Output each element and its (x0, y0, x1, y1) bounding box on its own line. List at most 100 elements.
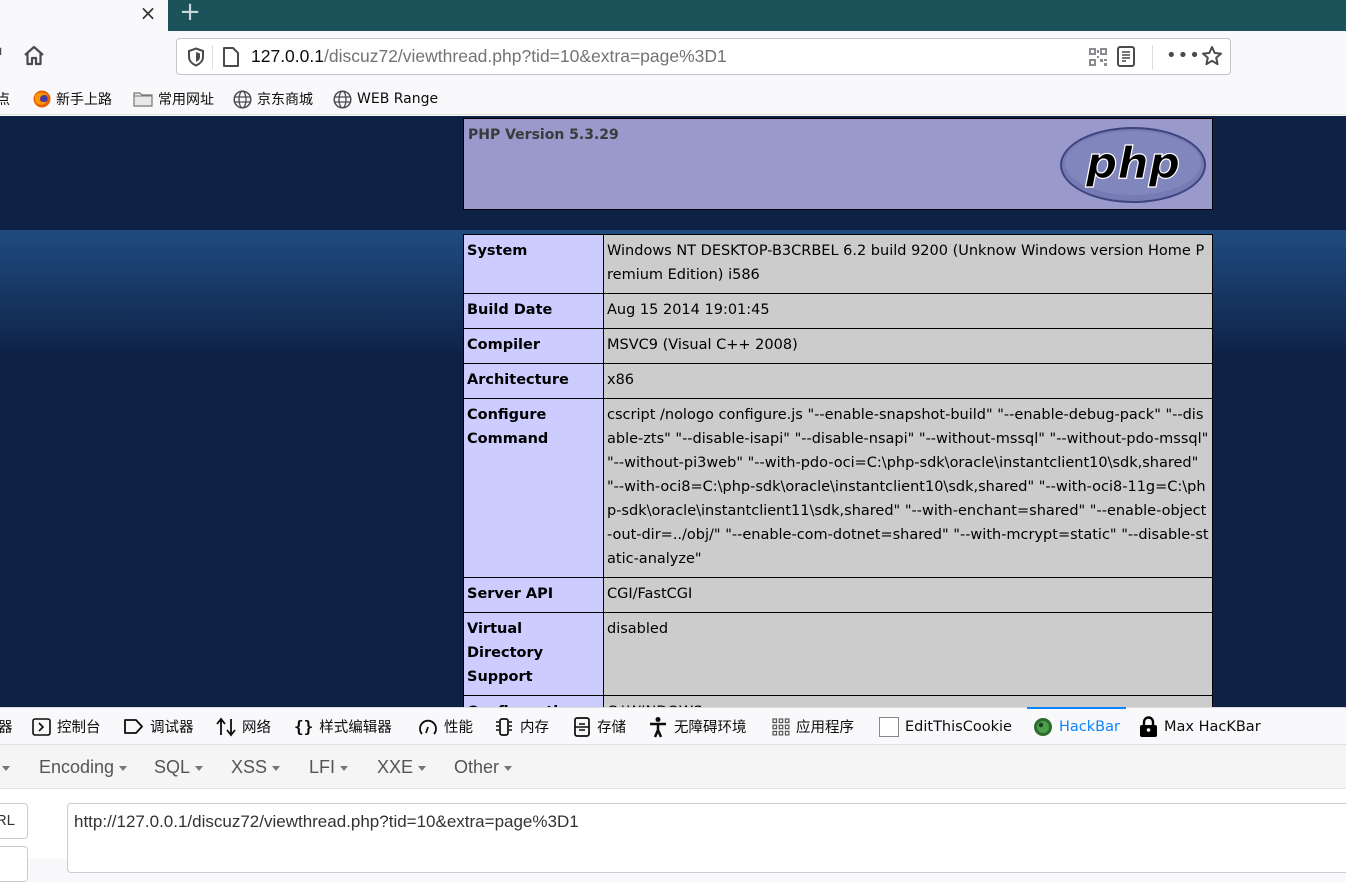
devtools-tab-accessibility[interactable]: 无障碍环境 (648, 708, 747, 745)
hackbar-url-input[interactable] (67, 803, 1346, 873)
devtools-tab-console[interactable]: 控制台 (32, 708, 101, 745)
url-text[interactable]: 127.0.0.1/discuz72/viewthread.php?tid=10… (251, 46, 727, 67)
php-version-header: PHP Version 5.3.29 php (463, 118, 1213, 210)
php-info-table: System Windows NT DESKTOP-B3CRBEL 6.2 bui… (463, 234, 1213, 707)
caret-down-icon (418, 765, 427, 771)
menu-label: Encoding (39, 757, 115, 777)
hackbar-menu-lfi[interactable]: LFI (309, 757, 349, 778)
php-info-value: Aug 15 2014 19:01:45 (603, 293, 1213, 329)
devtools-tab-label: 存储 (597, 720, 626, 736)
php-info-value: Windows NT DESKTOP-B3CRBEL 6.2 build 920… (603, 234, 1213, 294)
editthiscookie-icon (879, 716, 899, 737)
accessibility-person-icon (650, 716, 666, 737)
bookmark-label: WEB Range (357, 91, 439, 107)
bookmark-item[interactable]: 京东商城 (233, 88, 313, 110)
globe-icon (233, 89, 252, 109)
php-info-key: Server API (463, 577, 604, 613)
devtools-tab-label: 控制台 (57, 720, 101, 736)
tracking-protection-shield-icon[interactable] (187, 47, 205, 67)
bookmark-item[interactable]: 常用网址 (133, 88, 214, 110)
devtools-tab-storage[interactable]: 存储 (573, 708, 626, 745)
devtools-tab-label: 样式编辑器 (319, 720, 392, 736)
menu-label: LFI (309, 757, 336, 777)
page-actions-more-icon[interactable]: ••• (1166, 45, 1201, 66)
devtools-tab-label: HackBar (1059, 718, 1120, 735)
page-info-icon[interactable] (222, 46, 240, 68)
hackbar-menu-sql[interactable]: SQL (154, 757, 204, 778)
bookmark-star-icon[interactable] (1201, 45, 1223, 67)
php-info-value: MSVC9 (Visual C++ 2008) (603, 328, 1213, 364)
home-icon[interactable] (22, 44, 46, 68)
devtools-tab-max-hackbar[interactable]: Max HacKBar (1139, 708, 1261, 745)
caret-down-icon (340, 765, 349, 771)
devtools-tab-label: 网络 (242, 720, 271, 736)
address-bar[interactable]: 127.0.0.1/discuz72/viewthread.php?tid=10… (176, 38, 1231, 75)
close-tab-icon[interactable]: × (137, 2, 159, 24)
devtools-tab-network[interactable]: 网络 (216, 708, 271, 745)
qr-code-icon[interactable] (1089, 48, 1107, 66)
devtools-tab-inspector[interactable]: 器 (0, 708, 13, 745)
load-url-button[interactable]: RL (0, 803, 28, 839)
php-info-row: Virtual Directory Support disabled (463, 612, 1213, 696)
debugger-icon (124, 719, 143, 734)
bookmark-label: 京东商城 (257, 92, 313, 108)
hackbar-menu-xxe[interactable]: XXE (377, 757, 427, 778)
hackbar-menu-xss[interactable]: XSS (231, 757, 281, 778)
new-tab-button[interactable]: + (176, 0, 204, 28)
bookmark-item[interactable]: 点 (0, 88, 10, 110)
php-info-value: CGI/FastCGI (603, 577, 1213, 613)
php-info-row: Architecture x86 (463, 363, 1213, 399)
hackbar-menu: Encoding SQL XSS LFI XXE Other (0, 745, 1346, 789)
bookmark-label: 新手上路 (56, 92, 112, 108)
devtools-tab-style-editor[interactable]: {} 样式编辑器 (294, 708, 392, 745)
firefox-icon (33, 90, 51, 108)
devtools-tab-label: Max HacKBar (1164, 718, 1261, 735)
php-info-row: System Windows NT DESKTOP-B3CRBEL 6.2 bui… (463, 234, 1213, 294)
devtools-tab-label: 器 (0, 720, 13, 736)
php-info-value: disabled (603, 612, 1213, 696)
globe-icon (333, 89, 352, 109)
split-url-button[interactable] (0, 846, 28, 882)
url-path: /discuz72/viewthread.php?tid=10&extra=pa… (323, 46, 727, 66)
bookmarks-toolbar: 点 新手上路 常用网址 京东商城 WEB Range (0, 81, 1346, 115)
storage-icon (574, 716, 590, 737)
devtools-tabbar: 器 控制台 调试器 网络 {} 样式编辑器 性能 内存 存储 无障碍环境 应用程… (0, 707, 1346, 745)
devtools-tab-label: 调试器 (150, 720, 194, 736)
reload-icon[interactable] (0, 45, 4, 65)
navigation-toolbar: 127.0.0.1/discuz72/viewthread.php?tid=10… (0, 31, 1346, 81)
php-info-value: C:\WINDOWS (603, 695, 1213, 707)
php-info-row: Server API CGI/FastCGI (463, 577, 1213, 613)
performance-gauge-icon (419, 719, 437, 735)
bookmark-label: 点 (0, 92, 10, 108)
devtools-tab-label: 性能 (444, 720, 473, 736)
hackbar-body: RL (0, 789, 1346, 882)
php-info-key: Architecture (463, 363, 604, 399)
php-logo[interactable]: php (1058, 125, 1208, 205)
menu-label: XXE (377, 757, 414, 777)
hackbar-menu-clipped[interactable] (2, 757, 10, 778)
menu-label: SQL (154, 757, 191, 777)
php-logo-text: php (1085, 138, 1180, 189)
devtools-tab-hackbar[interactable]: HackBar (1027, 707, 1126, 745)
devtools-tab-debugger[interactable]: 调试器 (123, 708, 194, 745)
caret-down-icon (119, 765, 128, 771)
php-info-value: x86 (603, 363, 1213, 399)
devtools-tab-label: 无障碍环境 (674, 720, 747, 736)
hackbar-icon (1034, 717, 1052, 736)
active-tab[interactable]: × (0, 0, 168, 31)
reader-view-icon[interactable] (1117, 46, 1135, 67)
devtools-tab-editthiscookie[interactable]: EditThisCookie (879, 708, 1012, 745)
bookmark-label: 常用网址 (158, 92, 214, 108)
hackbar-menu-encoding[interactable]: Encoding (39, 757, 128, 778)
bookmark-item[interactable]: WEB Range (333, 88, 438, 110)
hackbar-menu-other[interactable]: Other (454, 757, 513, 778)
php-info-row: Build Date Aug 15 2014 19:01:45 (463, 293, 1213, 329)
devtools-tab-memory[interactable]: 内存 (494, 708, 549, 745)
bookmark-item[interactable]: 新手上路 (33, 88, 112, 110)
devtools-tab-performance[interactable]: 性能 (418, 708, 473, 745)
braces-icon: {} (294, 717, 314, 736)
devtools-tab-application[interactable]: 应用程序 (772, 708, 854, 745)
php-info-value: cscript /nologo configure.js "--enable-s… (603, 398, 1213, 578)
menu-label: XSS (231, 757, 268, 777)
php-info-row: Compiler MSVC9 (Visual C++ 2008) (463, 328, 1213, 364)
